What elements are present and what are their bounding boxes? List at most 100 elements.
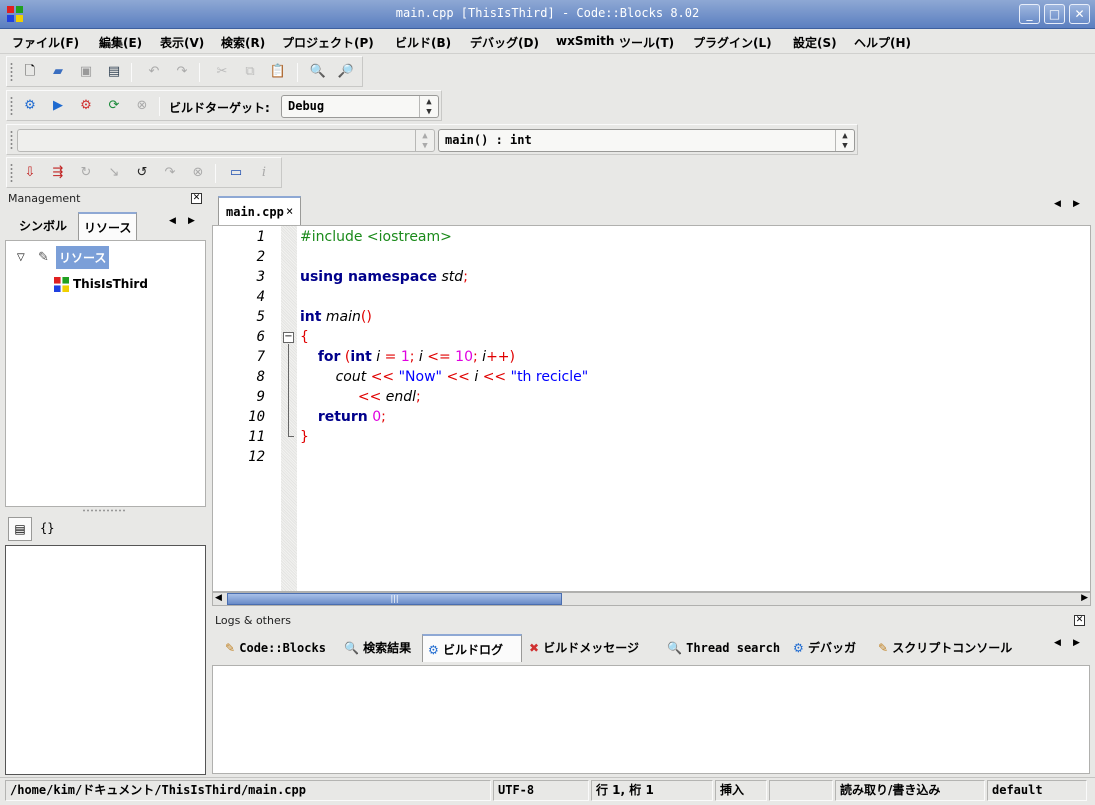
abort-icon[interactable]: ⊗ <box>133 97 151 115</box>
tab-codeblocks-log[interactable]: ✎ Code::Blocks <box>220 634 326 662</box>
toolbar-grip[interactable] <box>10 163 13 183</box>
line-number: 2 <box>256 249 265 265</box>
rebuild-icon[interactable]: ⟳ <box>105 97 123 115</box>
code-completion-toolbar: ▲ ▼ main() : int ▲ ▼ <box>6 124 858 155</box>
toolbar-grip[interactable] <box>10 62 13 82</box>
search-icon: 🔍 <box>667 641 682 655</box>
symbols-braces-tab[interactable]: {} <box>40 521 54 535</box>
menu-edit[interactable]: 編集(E) <box>99 34 142 51</box>
scroll-right-arrow-icon[interactable]: ▶ <box>1081 593 1088 603</box>
run-to-cursor-icon[interactable]: ⇶ <box>49 164 67 182</box>
chevron-updown-icon: ▲ ▼ <box>415 130 434 151</box>
logs-tab-scroll-right-icon[interactable]: ▶ <box>1073 638 1080 648</box>
menu-help[interactable]: ヘルプ(H) <box>854 34 911 51</box>
toolbar-grip[interactable] <box>10 130 13 150</box>
save-all-icon[interactable]: ▤ <box>105 63 123 81</box>
save-icon[interactable]: ▣ <box>77 63 95 81</box>
replace-icon[interactable]: 🔎 <box>337 63 355 81</box>
info-icon[interactable]: i <box>255 164 273 182</box>
window-title: main.cpp [ThisIsThird] - Code::Blocks 8.… <box>395 6 700 20</box>
tab-thread-search[interactable]: 🔍 Thread search <box>662 634 780 662</box>
editor-tab-main-cpp[interactable]: main.cpp × <box>218 196 301 226</box>
function-select[interactable]: main() : int ▲ ▼ <box>438 129 855 152</box>
tab-search-results[interactable]: 🔍 検索結果 <box>339 634 411 662</box>
tab-resources[interactable]: リソース <box>78 212 138 242</box>
code-line: using namespace std; <box>300 269 468 285</box>
new-file-icon[interactable]: 🗋 <box>21 63 39 81</box>
menu-debug[interactable]: デバッグ(D) <box>470 34 539 51</box>
code-line: } <box>300 429 309 445</box>
code-editor[interactable]: 1 2 3 4 5 6 7 8 9 10 11 12 − #include <i… <box>212 225 1091 592</box>
tree-item-project[interactable]: ThisIsThird <box>73 277 148 291</box>
symbols-list-tab-icon[interactable]: ▤ <box>8 517 32 541</box>
menu-project[interactable]: プロジェクト(P) <box>282 34 374 51</box>
tab-build-messages[interactable]: ✖ ビルドメッセージ <box>524 634 639 662</box>
run-icon[interactable]: ▶ <box>49 97 67 115</box>
tab-scroll-right-icon[interactable]: ▶ <box>188 216 195 226</box>
open-file-icon[interactable]: ▰ <box>49 63 67 81</box>
cut-icon[interactable]: ✂ <box>213 63 231 81</box>
status-bar: /home/kim/ドキュメント/ThisIsThird/main.cpp UT… <box>0 777 1095 802</box>
resources-folder-icon: ✎ <box>38 250 49 265</box>
logs-tab-scroll-left-icon[interactable]: ◀ <box>1054 638 1061 648</box>
next-line-icon[interactable]: ↻ <box>77 164 95 182</box>
tree-root-resources[interactable]: リソース <box>56 246 110 269</box>
maximize-button[interactable]: □ <box>1044 4 1065 24</box>
toolbar-grip[interactable] <box>10 96 13 116</box>
menu-search[interactable]: 検索(R) <box>221 34 265 51</box>
code-line: for (int i = 1; i <= 10; i++) <box>317 349 515 365</box>
code-line: << endl; <box>357 389 421 405</box>
tab-debugger[interactable]: ⚙ デバッガ <box>788 634 856 662</box>
code-line: { <box>300 329 309 345</box>
tab-script-console[interactable]: ✎ スクリプトコンソール <box>873 634 1012 662</box>
build-and-run-icon[interactable]: ⚙ <box>77 97 95 115</box>
menu-build[interactable]: ビルド(B) <box>395 34 451 51</box>
menu-settings[interactable]: 設定(S) <box>793 34 837 51</box>
close-panel-icon[interactable]: ✕ <box>191 193 202 204</box>
menu-tools[interactable]: ツール(T) <box>619 34 674 51</box>
paste-icon[interactable]: 📋 <box>269 63 287 81</box>
scope-select[interactable]: ▲ ▼ <box>17 129 435 152</box>
debug-windows-icon[interactable]: ▭ <box>227 164 245 182</box>
stop-debug-icon[interactable]: ⊗ <box>189 164 207 182</box>
tab-symbols[interactable]: シンボル <box>14 212 72 241</box>
menu-view[interactable]: 表示(V) <box>160 34 204 51</box>
status-profile: default <box>987 780 1087 801</box>
collapse-triangle-icon[interactable]: ▽ <box>17 252 25 263</box>
build-log-output[interactable] <box>212 665 1090 774</box>
editor-horizontal-scrollbar[interactable]: ◀ ||| ▶ <box>212 592 1091 606</box>
find-icon[interactable]: 🔍 <box>309 63 327 81</box>
tab-build-log[interactable]: ⚙ ビルドログ <box>422 634 522 662</box>
debug-start-icon[interactable]: ⇩ <box>21 164 39 182</box>
resource-tree: ▽ ✎ リソース ThisIsThird <box>5 240 206 507</box>
gear-icon: ⚙ <box>793 641 804 655</box>
close-logs-icon[interactable]: ✕ <box>1074 615 1085 626</box>
editor-tab-scroll-right-icon[interactable]: ▶ <box>1073 199 1080 209</box>
step-into-icon[interactable]: ↘ <box>105 164 123 182</box>
scrollbar-thumb[interactable]: ||| <box>227 593 562 605</box>
tab-scroll-left-icon[interactable]: ◀ <box>169 216 176 226</box>
line-number: 12 <box>248 449 265 465</box>
logs-panel: Logs & others ✕ ✎ Code::Blocks 🔍 検索結果 ⚙ … <box>211 612 1091 774</box>
splitter-grip[interactable] <box>82 509 126 512</box>
fold-margin: − <box>281 226 297 591</box>
redo-icon[interactable]: ↷ <box>173 63 191 81</box>
copy-icon[interactable]: ⧉ <box>241 63 259 81</box>
management-caption: Management <box>8 192 81 205</box>
fold-minus-icon[interactable]: − <box>283 332 294 343</box>
minimize-button[interactable]: _ <box>1019 4 1040 24</box>
status-file-path: /home/kim/ドキュメント/ThisIsThird/main.cpp <box>5 780 491 801</box>
status-read-write: 読み取り/書き込み <box>835 780 985 801</box>
scroll-left-arrow-icon[interactable]: ◀ <box>215 593 222 603</box>
next-instruction-icon[interactable]: ↷ <box>161 164 179 182</box>
close-button[interactable]: ✕ <box>1069 4 1090 24</box>
close-tab-icon[interactable]: × <box>286 197 293 225</box>
step-out-icon[interactable]: ↺ <box>133 164 151 182</box>
menu-wxsmith[interactable]: wxSmith <box>556 34 614 48</box>
build-icon[interactable]: ⚙ <box>21 97 39 115</box>
build-target-select[interactable]: Debug ▲ ▼ <box>281 95 439 118</box>
menu-plugins[interactable]: プラグイン(L) <box>693 34 772 51</box>
editor-tab-scroll-left-icon[interactable]: ◀ <box>1054 199 1061 209</box>
undo-icon[interactable]: ↶ <box>145 63 163 81</box>
menu-file[interactable]: ファイル(F) <box>12 34 79 51</box>
